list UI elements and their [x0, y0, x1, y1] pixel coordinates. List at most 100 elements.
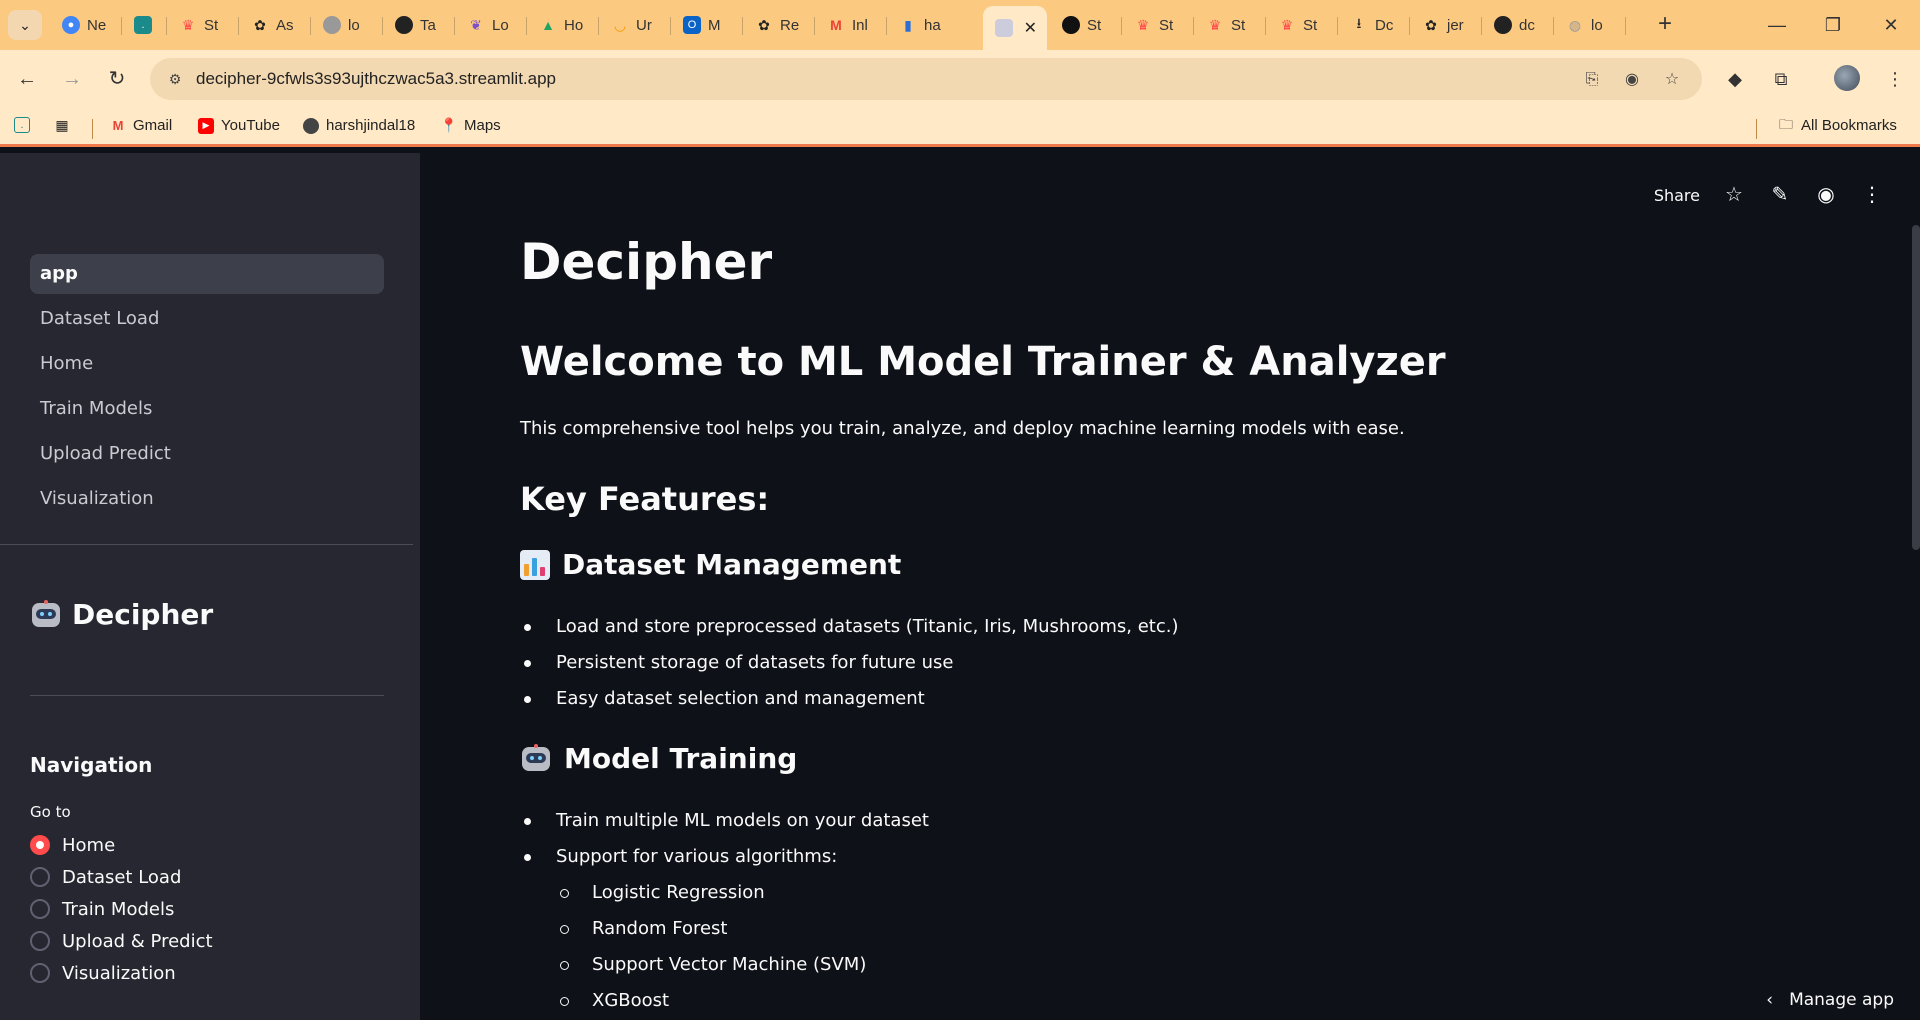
eye-off-icon[interactable]: ◉: [1620, 68, 1644, 92]
radio-visualization[interactable]: Visualization: [30, 957, 213, 989]
streamlit-crown-icon: ♛: [1136, 16, 1150, 33]
browser-tab[interactable]: M Inl: [815, 8, 887, 42]
bookmark-maps[interactable]: 📍 Maps: [440, 117, 500, 134]
chrome-icon: ●: [62, 16, 80, 34]
browser-tab[interactable]: ♛ St: [1266, 8, 1338, 42]
browser-tab[interactable]: ✿ As: [239, 8, 311, 42]
install-app-icon[interactable]: ⎘: [1580, 68, 1604, 92]
browser-tab[interactable]: ♛ St: [167, 8, 239, 42]
sidebar: app Dataset Load Home Train Models Uploa…: [0, 153, 420, 1020]
bar-chart-icon: [520, 549, 550, 580]
sidebar-page-home[interactable]: Home: [30, 344, 384, 384]
forward-icon[interactable]: →: [57, 64, 87, 94]
main-scrollbar[interactable]: [1912, 225, 1920, 550]
sidebar-page-visualization[interactable]: Visualization: [30, 479, 384, 519]
algorithm-item: Random Forest: [520, 911, 929, 947]
openai-icon: ✿: [758, 16, 770, 33]
browser-tab[interactable]: ▮ ha: [887, 8, 980, 42]
youtube-icon: ▶: [198, 117, 214, 134]
radio-unchecked-icon: [30, 867, 50, 887]
close-window-icon[interactable]: ✕: [1868, 10, 1914, 40]
star-icon[interactable]: ☆: [1722, 183, 1746, 207]
drive-icon: ▲: [541, 17, 555, 33]
sidebar-page-upload-predict[interactable]: Upload Predict: [30, 434, 384, 474]
github-icon: [303, 117, 319, 134]
folder-icon: 🗀: [1779, 115, 1793, 132]
streamlit-crown-icon: ♛: [1208, 16, 1222, 33]
openai-icon: ✿: [254, 16, 266, 33]
swirl-icon: ◡: [613, 16, 627, 33]
radio-dataset-load[interactable]: Dataset Load: [30, 861, 213, 893]
robot-icon: [995, 19, 1013, 37]
browser-tab[interactable]: .: [122, 8, 167, 42]
all-bookmarks-button[interactable]: 🗀 All Bookmarks: [1778, 115, 1897, 135]
browser-tab[interactable]: Ta: [383, 8, 455, 42]
openai-icon: ✿: [1425, 16, 1437, 33]
reload-icon[interactable]: ↻: [102, 64, 132, 94]
list-item: Easy dataset selection and management: [520, 681, 1179, 717]
chrome-menu-icon[interactable]: ⋮: [1880, 64, 1910, 94]
restore-icon[interactable]: ❐: [1810, 10, 1856, 40]
extensions-puzzle-icon[interactable]: ⧉: [1766, 64, 1796, 94]
browser-tab[interactable]: ◡ Ur: [599, 8, 671, 42]
dataset-management-heading: Dataset Management: [520, 548, 901, 581]
edit-pencil-icon[interactable]: ✎: [1768, 183, 1792, 207]
radio-unchecked-icon: [30, 963, 50, 983]
app-header-actions: Share ☆ ✎ ◉ ⋮: [1654, 183, 1884, 207]
browser-tab[interactable]: ❦ Lo: [455, 8, 527, 42]
bookmark-star-icon[interactable]: ☆: [1660, 68, 1684, 92]
bookmark-youtube[interactable]: ▶ YouTube: [198, 117, 280, 134]
app-icon: .: [134, 16, 152, 34]
minimize-icon[interactable]: —: [1754, 10, 1800, 40]
apps-grid-icon[interactable]: ▦: [54, 117, 70, 133]
site-info-icon[interactable]: ⚙: [164, 68, 186, 90]
close-tab-icon[interactable]: ✕: [1024, 18, 1037, 38]
bookmark-github[interactable]: harshjindal18: [303, 117, 415, 134]
tab-search-chevron-icon[interactable]: ⌄: [8, 10, 42, 40]
browser-tab[interactable]: dc: [1482, 8, 1554, 42]
main-content: Share ☆ ✎ ◉ ⋮ Decipher Welcome to ML Mod…: [420, 153, 1920, 1020]
page-nav: app Dataset Load Home Train Models Uploa…: [30, 254, 384, 524]
browser-tab[interactable]: ✿ Re: [743, 8, 815, 42]
sidebar-page-dataset-load[interactable]: Dataset Load: [30, 299, 384, 339]
bookmark-gmail[interactable]: M Gmail: [110, 117, 173, 134]
browser-tab[interactable]: ♛ St: [1194, 8, 1266, 42]
sidebar-page-app[interactable]: app: [30, 254, 384, 294]
chevron-left-icon: ‹: [1766, 990, 1774, 1010]
bar-chart-icon: ▮: [904, 16, 912, 33]
more-menu-icon[interactable]: ⋮: [1860, 183, 1884, 207]
radio-home[interactable]: Home: [30, 829, 213, 861]
radio-train-models[interactable]: Train Models: [30, 893, 213, 925]
manage-app-button[interactable]: ‹ Manage app: [1766, 990, 1894, 1010]
extension-icon[interactable]: ◆: [1720, 64, 1750, 94]
new-tab-button[interactable]: +: [1650, 10, 1680, 40]
model-training-heading: Model Training: [520, 742, 797, 775]
github-icon: [395, 16, 413, 34]
list-item: Support for various algorithms:: [520, 839, 929, 875]
navigation-radio-group: Home Dataset Load Train Models Upload & …: [30, 829, 213, 989]
browser-toolbar: ← → ↻ ⚙ decipher-9cfwls3s93ujthczwac5a3.…: [0, 50, 1920, 107]
address-bar[interactable]: ⚙ decipher-9cfwls3s93ujthczwac5a3.stream…: [150, 58, 1702, 100]
browser-tab[interactable]: ● Ne: [50, 8, 122, 42]
streamlit-crown-icon: ♛: [181, 16, 195, 33]
browser-tab[interactable]: ✿ jer: [1410, 8, 1482, 42]
browser-tab[interactable]: St: [1050, 8, 1122, 42]
bookmark-app[interactable]: .: [14, 117, 30, 133]
back-icon[interactable]: ←: [12, 64, 42, 94]
github-icon[interactable]: ◉: [1814, 183, 1838, 207]
browser-tab[interactable]: lo: [311, 8, 383, 42]
profile-avatar[interactable]: [1834, 65, 1860, 91]
browser-tab[interactable]: ♛ St: [1122, 8, 1194, 42]
browser-tab[interactable]: ▲ Ho: [527, 8, 599, 42]
url-text[interactable]: decipher-9cfwls3s93ujthczwac5a3.streamli…: [196, 69, 556, 89]
bookmark-separator: [92, 119, 93, 139]
page-title: Decipher: [520, 233, 773, 291]
list-item: Load and store preprocessed datasets (Ti…: [520, 609, 1179, 645]
browser-tab-active[interactable]: ✕: [983, 6, 1047, 50]
browser-tab[interactable]: ◍ lo: [1554, 8, 1626, 42]
sidebar-page-train-models[interactable]: Train Models: [30, 389, 384, 429]
browser-tab[interactable]: OM: [671, 8, 743, 42]
radio-upload-predict[interactable]: Upload & Predict: [30, 925, 213, 957]
browser-tab[interactable]: ⭳ Dc: [1338, 8, 1410, 42]
share-button[interactable]: Share: [1654, 186, 1700, 205]
